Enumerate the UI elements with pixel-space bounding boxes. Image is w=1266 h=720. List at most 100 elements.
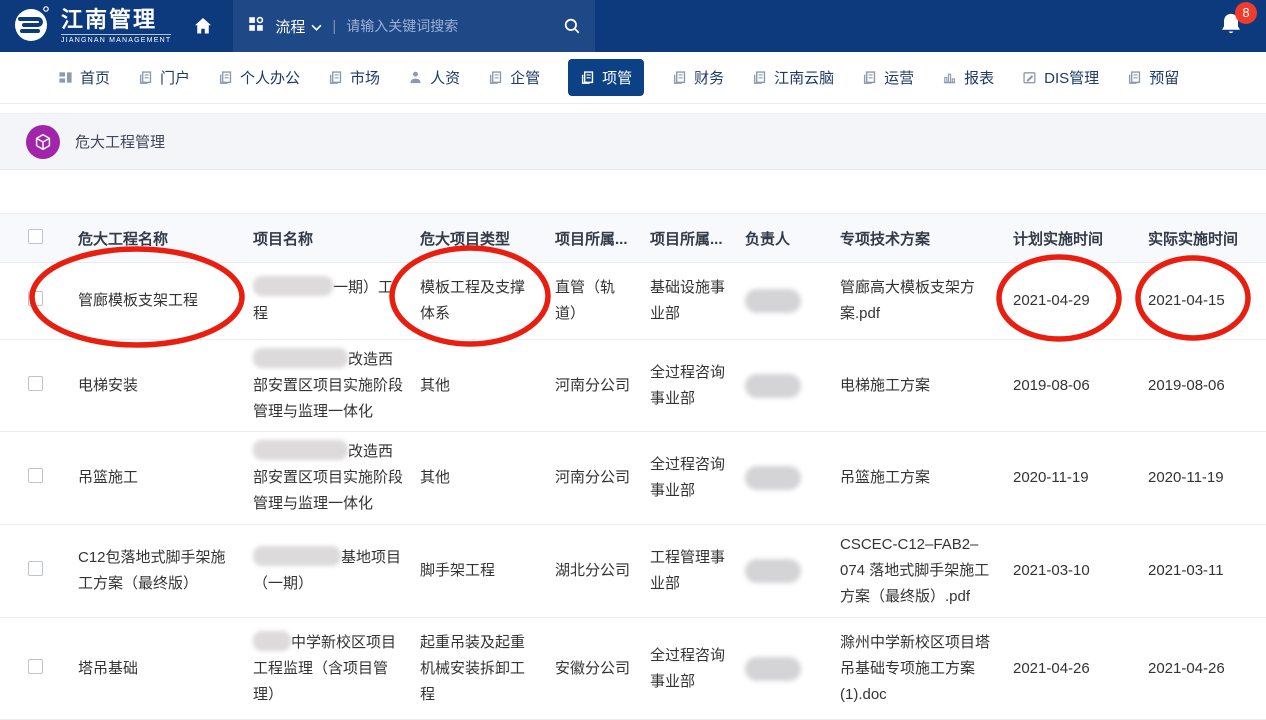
tab-label: 项管 [602,67,632,88]
cell-department: 全过程咨询事业部 [650,360,745,412]
cell-planned-date: 2020-11-19 [1013,465,1148,491]
select-all-checkbox[interactable] [28,229,43,244]
chevron-down-icon [311,18,322,35]
doc-icon [1127,70,1142,85]
tab-reserved[interactable]: 预留 [1127,67,1179,88]
redacted-owner [745,466,801,490]
tab-label: 门户 [160,67,190,88]
cell-plan-doc: 滁州中学新校区项目塔吊基础专项施工方案(1).doc [840,630,1013,708]
tab-cloud-brain[interactable]: 江南云脑 [752,67,834,88]
tab-hr[interactable]: 人资 [408,67,460,88]
cell-actual-date: 2021-04-26 [1148,656,1266,682]
brand-logo[interactable]: 江南管理 JIANGNAN MANAGEMENT [12,4,171,49]
cell-department: 工程管理事业部 [650,545,745,597]
tab-market[interactable]: 市场 [328,67,380,88]
cell-region: 直管（轨道） [555,275,650,327]
process-dropdown-label: 流程 [275,16,305,37]
row-checkbox[interactable] [28,468,43,483]
jiangnan-logo-icon [12,4,52,49]
tab-reports[interactable]: 报表 [942,67,994,88]
brand-name: 江南管理 [61,9,171,31]
search-input[interactable] [346,18,553,34]
tab-dis-management[interactable]: DIS管理 [1022,67,1099,88]
edit-icon [1022,70,1037,85]
redacted-owner [745,374,801,398]
cell-project: 一期）工程 [253,275,420,327]
cell-planned-date: 2019-08-06 [1013,373,1148,399]
table-row: 电梯安装 改造西部安置区项目实施阶段管理与监理一体化 其他 河南分公司 全过程咨… [0,340,1266,432]
redacted-owner [745,559,801,583]
dangerous-projects-table: 危大工程名称 项目名称 危大项目类型 项目所属... 项目所属... 负责人 专… [0,213,1266,720]
row-checkbox[interactable] [28,376,43,391]
redacted-owner [745,289,801,313]
tab-project-management[interactable]: 项管 [568,59,644,96]
cell-owner [745,466,840,490]
row-checkbox[interactable] [28,659,43,674]
cell-actual-date: 2021-03-11 [1148,558,1266,584]
app-window: 江南管理 JIANGNAN MANAGEMENT 流程 [0,0,1266,720]
home-icon[interactable] [193,16,213,36]
page-title: 危大工程管理 [75,131,165,152]
main-nav: 首页 门户 个人办公 市场 人资 企管 项管 财务 [0,52,1266,104]
cell-project: 改造西部安置区项目实施阶段管理与监理一体化 [253,347,420,425]
cell-department: 全过程咨询事业部 [650,643,745,695]
doc-icon [328,70,343,85]
col-header: 项目所属... [650,228,745,249]
top-bar: 江南管理 JIANGNAN MANAGEMENT 流程 [0,0,1266,52]
tab-operations[interactable]: 运营 [862,67,914,88]
tab-label: 运营 [884,67,914,88]
person-icon [408,70,423,85]
tab-label: 江南云脑 [774,67,834,88]
cell-owner [745,559,840,583]
cell-actual-date: 2020-11-19 [1148,465,1266,491]
table-row: C12包落地式脚手架施工方案（最终版） 基地项目（一期） 脚手架工程 湖北分公司… [0,525,1266,618]
cell-type: 其他 [420,465,555,491]
row-checkbox[interactable] [28,561,43,576]
search-icon[interactable] [563,17,581,35]
cell-owner [745,289,840,313]
cell-project: 基地项目（一期） [253,545,420,597]
cell-type: 脚手架工程 [420,558,555,584]
redacted-owner [745,657,801,681]
doc-icon [488,70,503,85]
tab-label: DIS管理 [1044,67,1099,88]
cell-region: 河南分公司 [555,373,650,399]
table-row: 管廊模板支架工程 一期）工程 模板工程及支撑体系 直管（轨道） 基础设施事业部 … [0,263,1266,340]
cell-name: C12包落地式脚手架施工方案（最终版） [78,545,253,597]
doc-icon [862,70,877,85]
cell-plan-doc: CSCEC-C12–FAB2–074 落地式脚手架施工方案（最终版）.pdf [840,532,1013,610]
tab-finance[interactable]: 财务 [672,67,724,88]
cell-region: 安徽分公司 [555,656,650,682]
notification-bell[interactable]: 8 [1218,11,1244,42]
tab-label: 首页 [80,67,110,88]
tab-label: 预留 [1149,67,1179,88]
tab-home[interactable]: 首页 [58,67,110,88]
doc-icon [580,70,595,85]
divider: | [332,18,336,35]
col-header: 负责人 [745,228,840,249]
cell-region: 河南分公司 [555,465,650,491]
table-header-row: 危大工程名称 项目名称 危大项目类型 项目所属... 项目所属... 负责人 专… [0,213,1266,263]
doc-icon [672,70,687,85]
col-header: 实际实施时间 [1148,228,1266,249]
process-dropdown[interactable]: 流程 [275,16,322,37]
cell-type: 其他 [420,373,555,399]
tab-label: 企管 [510,67,540,88]
cell-plan-doc: 管廊高大模板支架方案.pdf [840,275,1013,327]
row-checkbox[interactable] [28,291,43,306]
tab-personal-office[interactable]: 个人办公 [218,67,300,88]
cell-planned-date: 2021-03-10 [1013,558,1148,584]
brand-subtitle: JIANGNAN MANAGEMENT [61,34,171,44]
col-header: 危大工程名称 [78,228,253,249]
tab-enterprise[interactable]: 企管 [488,67,540,88]
process-search-panel: 流程 | [233,0,595,52]
tab-label: 人资 [430,67,460,88]
cell-project: 中学新校区项目工程监理（含项目管理） [253,630,420,708]
col-header: 计划实施时间 [1013,228,1148,249]
cell-type: 起重吊装及起重机械安装拆卸工程 [420,630,555,708]
app-grid-icon[interactable] [247,15,265,38]
col-header: 危大项目类型 [420,228,555,249]
col-header: 项目名称 [253,228,420,249]
tab-portal[interactable]: 门户 [138,67,190,88]
table-row: 吊篮施工 改造西部安置区项目实施阶段管理与监理一体化 其他 河南分公司 全过程咨… [0,432,1266,525]
